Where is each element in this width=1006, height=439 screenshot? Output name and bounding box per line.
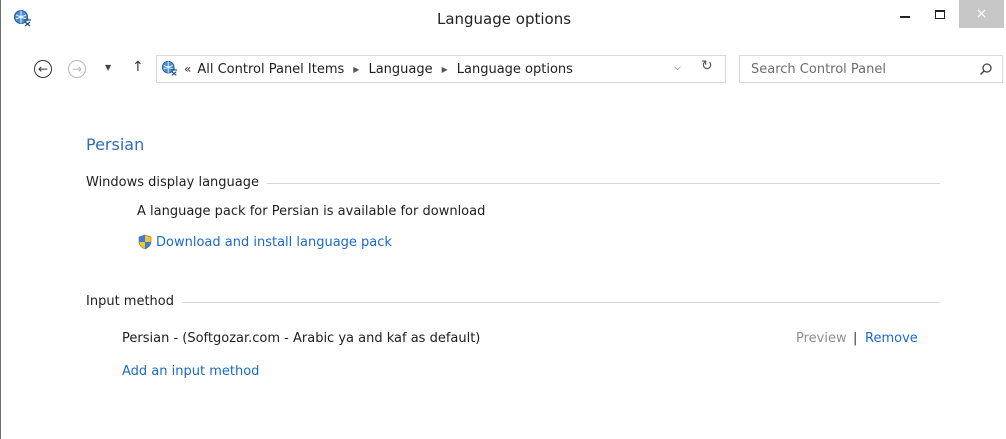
remove-link[interactable]: Remove bbox=[865, 331, 918, 346]
address-dropdown-icon[interactable]: ⌵ bbox=[674, 63, 681, 73]
input-method-section-header: Input method bbox=[86, 292, 940, 310]
window-title: Language options bbox=[436, 10, 572, 28]
search-icon[interactable] bbox=[979, 62, 993, 76]
close-button[interactable]: × bbox=[959, 0, 1004, 28]
recent-locations-icon[interactable]: ▼ bbox=[105, 63, 111, 72]
refresh-icon[interactable]: ↻ bbox=[701, 58, 713, 74]
language-heading: Persian bbox=[86, 135, 145, 154]
close-icon: × bbox=[975, 6, 988, 22]
title-bar: Language options × bbox=[1, 0, 1006, 38]
add-input-method-link[interactable]: Add an input method bbox=[122, 364, 259, 379]
language-pack-status-text: A language pack for Persian is available… bbox=[137, 204, 486, 219]
forward-button[interactable]: → bbox=[68, 60, 86, 78]
input-method-label: Input method bbox=[86, 293, 174, 309]
link-separator: | bbox=[853, 331, 858, 346]
uac-shield-icon bbox=[138, 234, 152, 250]
forward-arrow-icon: → bbox=[71, 62, 83, 76]
minimize-icon bbox=[900, 16, 910, 18]
language-globe-icon bbox=[161, 60, 178, 76]
back-arrow-icon: ← bbox=[37, 62, 49, 76]
display-language-label: Windows display language bbox=[86, 174, 259, 190]
search-placeholder: Search Control Panel bbox=[751, 61, 886, 77]
address-bar[interactable]: « All Control Panel Items ▶ Language ▶ L… bbox=[156, 55, 726, 83]
maximize-icon bbox=[935, 9, 945, 19]
section-divider bbox=[182, 301, 940, 303]
up-arrow-icon[interactable]: ↑ bbox=[132, 59, 144, 75]
navigation-bar: ← → ▼ ↑ « All Control Panel Items ▶ Lang… bbox=[1, 38, 1006, 86]
search-input[interactable]: Search Control Panel bbox=[739, 55, 1003, 83]
breadcrumb-separator-icon[interactable]: ▶ bbox=[442, 65, 448, 74]
display-language-section-header: Windows display language bbox=[86, 173, 940, 191]
address-overflow-chevron-icon[interactable]: « bbox=[184, 62, 191, 76]
download-language-pack-link[interactable]: Download and install language pack bbox=[137, 234, 392, 250]
breadcrumb-language-options[interactable]: Language options bbox=[457, 62, 573, 77]
language-options-window: Language options × ← → ▼ ↑ « All Control bbox=[0, 0, 1006, 439]
minimize-button[interactable] bbox=[885, 0, 925, 28]
breadcrumb-language[interactable]: Language bbox=[368, 62, 432, 77]
preview-link[interactable]: Preview bbox=[796, 331, 847, 346]
main-content: Persian Windows display language A langu… bbox=[1, 86, 1006, 439]
back-button[interactable]: ← bbox=[34, 60, 52, 78]
section-divider bbox=[266, 182, 940, 184]
breadcrumb-separator-icon[interactable]: ▶ bbox=[353, 65, 359, 74]
download-language-pack-label: Download and install language pack bbox=[156, 234, 392, 250]
input-method-name: Persian - (Softgozar.com - Arabic ya and… bbox=[122, 331, 481, 346]
breadcrumb-all-control-panel-items[interactable]: All Control Panel Items bbox=[197, 62, 344, 77]
maximize-button[interactable] bbox=[925, 0, 955, 28]
